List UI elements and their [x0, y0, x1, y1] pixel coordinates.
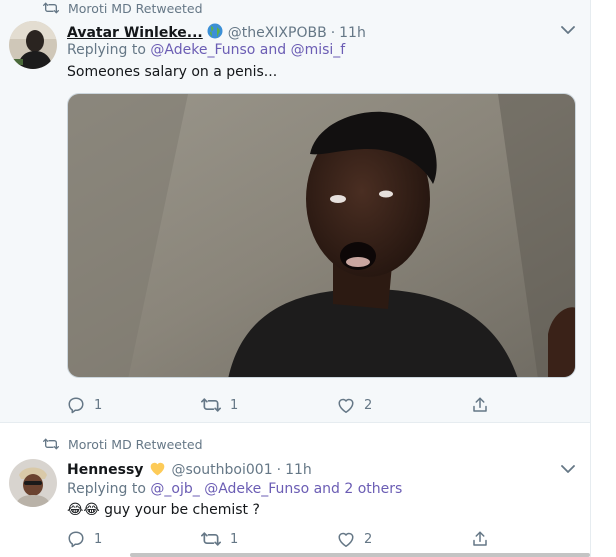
retweet-icon [201, 397, 221, 413]
replying-to: Replying to @Adeke_Funso and @misi_f [67, 42, 345, 58]
share-icon [471, 396, 489, 414]
mention-joiner: and [259, 42, 287, 58]
mention-link[interactable]: @_ojb_ [150, 481, 199, 497]
display-name[interactable]: Avatar Winleke... [67, 25, 203, 41]
user-handle[interactable]: @southboi001 [171, 462, 272, 478]
reply-count: 1 [94, 397, 103, 413]
reply-count: 1 [94, 531, 103, 547]
retweet-context: Moroti MD Retweeted [43, 436, 203, 452]
retweet-button[interactable]: 1 [201, 531, 337, 547]
laughing-emoji: 😂😂 [67, 502, 100, 518]
like-icon [337, 397, 355, 414]
replying-to: Replying to @_ojb_ @Adeke_Funso and 2 ot… [67, 481, 402, 497]
share-button[interactable] [471, 396, 489, 414]
like-count: 2 [364, 397, 373, 413]
retweet-count: 1 [230, 397, 239, 413]
reply-button[interactable]: 1 [67, 396, 201, 414]
share-button[interactable] [471, 530, 489, 548]
mention-link[interactable]: @misi_f [291, 42, 346, 58]
timestamp[interactable]: 11h [285, 462, 312, 478]
retweet-icon [201, 531, 221, 547]
like-button[interactable]: 2 [337, 531, 471, 548]
reply-button[interactable]: 1 [67, 530, 201, 548]
retweet-label: Moroti MD Retweeted [68, 436, 203, 452]
tweet-header: Avatar Winleke... @theXIXPOBB · 11h [67, 21, 366, 41]
avatar[interactable] [9, 459, 57, 507]
like-button[interactable]: 2 [337, 397, 471, 414]
yellow-heart-emoji [149, 461, 166, 480]
tweet-text: Someones salary on a penis... [67, 64, 278, 80]
retweet-count: 1 [230, 531, 239, 547]
retweet-label: Moroti MD Retweeted [68, 0, 203, 16]
timeline: Moroti MD Retweeted Avatar Winleke... @t… [0, 0, 616, 557]
chevron-down-icon[interactable] [560, 461, 576, 477]
tweet-header: Hennessy @southboi001 · 11h [67, 459, 312, 479]
retweet-icon [43, 438, 61, 450]
horizontal-scrollbar[interactable] [130, 553, 590, 557]
like-count: 2 [364, 531, 373, 547]
page-edge [590, 0, 616, 557]
reply-icon [67, 396, 85, 414]
tweet-actions: 1 1 2 [67, 395, 507, 415]
timestamp[interactable]: 11h [339, 25, 366, 41]
mention-link[interactable]: @Adeke_Funso and 2 others [204, 481, 402, 497]
tweet-text: 😂😂 guy your be chemist ? [67, 502, 260, 518]
user-handle[interactable]: @theXIXPOBB [228, 25, 327, 41]
globe-emoji [207, 23, 223, 43]
reply-icon [67, 530, 85, 548]
avatar[interactable] [9, 21, 57, 69]
tweet[interactable]: Moroti MD Retweeted Avatar Winleke... @t… [0, 0, 590, 422]
replying-prefix: Replying to [67, 42, 146, 58]
retweet-icon [43, 2, 61, 14]
mention-link[interactable]: @Adeke_Funso [150, 42, 255, 58]
tweet-actions: 1 1 2 [67, 529, 507, 549]
replying-prefix: Replying to [67, 481, 146, 497]
chevron-down-icon[interactable] [560, 22, 576, 38]
retweet-context: Moroti MD Retweeted [43, 0, 203, 16]
separator-dot: · [276, 462, 282, 478]
share-icon [471, 530, 489, 548]
separator-dot: · [330, 25, 336, 41]
tweet-photo[interactable] [67, 93, 576, 378]
like-icon [337, 531, 355, 548]
retweet-button[interactable]: 1 [201, 397, 337, 413]
tweet[interactable]: Moroti MD Retweeted Hennessy @southboi00… [0, 422, 590, 557]
tweet-text-content: guy your be chemist ? [104, 502, 260, 518]
display-name[interactable]: Hennessy [67, 462, 143, 478]
